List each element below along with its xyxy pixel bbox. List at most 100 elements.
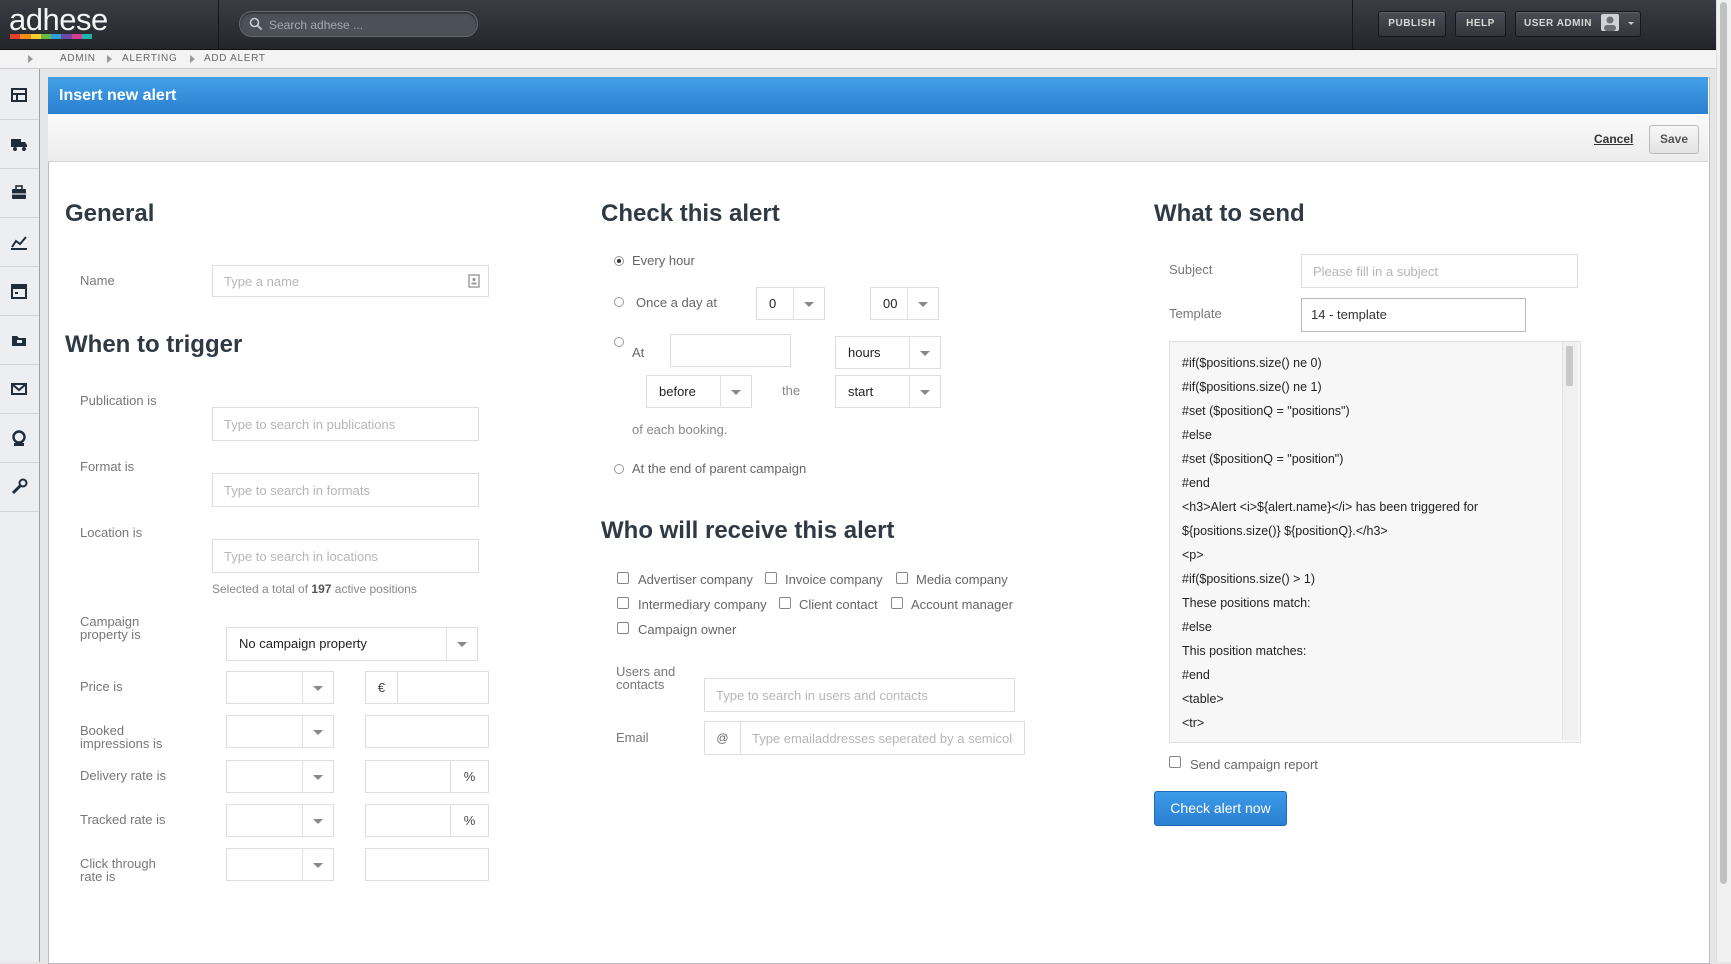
- template-line: #if($positions.size() ne 0): [1182, 356, 1322, 370]
- media-company-label[interactable]: Media company: [916, 572, 1008, 587]
- booked-value-input[interactable]: [365, 715, 489, 748]
- sidebar-item-alerting[interactable]: [0, 365, 39, 414]
- hour-select[interactable]: 0: [756, 287, 825, 320]
- campaign-owner-checkbox[interactable]: [617, 622, 629, 634]
- chevron-down-icon: [302, 716, 333, 747]
- at-radio[interactable]: [614, 337, 624, 347]
- campaign-property-select[interactable]: No campaign property: [226, 627, 478, 661]
- media-company-checkbox[interactable]: [896, 572, 908, 584]
- hour-value: 0: [769, 296, 777, 311]
- publication-label: Publication is: [80, 393, 157, 408]
- percent-addon: %: [450, 804, 489, 837]
- template-line: #end: [1182, 668, 1210, 682]
- at-label[interactable]: At: [632, 345, 644, 360]
- avatar: [1601, 14, 1619, 31]
- global-search[interactable]: [239, 11, 478, 37]
- breadcrumb-admin[interactable]: ADMIN: [60, 53, 96, 64]
- sidebar-item-settings[interactable]: [0, 463, 39, 512]
- format-search-input[interactable]: [212, 473, 479, 507]
- minute-select[interactable]: 00: [870, 287, 939, 320]
- ctr-operator-select[interactable]: [226, 848, 334, 881]
- topbar-divider: [1352, 0, 1353, 49]
- price-operator-select[interactable]: [226, 671, 334, 704]
- template-line: #end: [1182, 476, 1210, 490]
- breadcrumb-alerting[interactable]: ALERTING: [122, 53, 177, 64]
- sidebar-item-inventory[interactable]: [0, 316, 39, 365]
- page-title: Insert new alert: [59, 87, 177, 104]
- positions-count: 197: [311, 582, 332, 596]
- check-alert-now-button[interactable]: Check alert now: [1154, 791, 1287, 826]
- intermediary-company-checkbox[interactable]: [617, 597, 629, 609]
- sidebar-item-reports[interactable]: [0, 218, 39, 267]
- advertiser-company-checkbox[interactable]: [617, 572, 629, 584]
- price-value-input[interactable]: [397, 671, 489, 704]
- invoice-company-label[interactable]: Invoice company: [785, 572, 883, 587]
- logo[interactable]: adhese: [9, 2, 108, 38]
- advertiser-company-label[interactable]: Advertiser company: [638, 572, 753, 587]
- subject-label: Subject: [1169, 262, 1213, 277]
- subject-input[interactable]: [1301, 254, 1578, 288]
- template-preview[interactable]: #if($positions.size() ne 0) #if($positio…: [1169, 341, 1581, 743]
- account-manager-label[interactable]: Account manager: [911, 597, 1013, 612]
- template-select[interactable]: 14 - template: [1301, 298, 1526, 332]
- template-line: This position matches:: [1182, 644, 1307, 658]
- end-of-parent-radio[interactable]: [614, 464, 624, 474]
- sidebar-item-campaigns[interactable]: [0, 169, 39, 218]
- template-line: #else: [1182, 428, 1212, 442]
- avatar-person-icon: [1604, 16, 1616, 31]
- users-contacts-label: Users and contacts: [616, 664, 676, 692]
- relation-select[interactable]: before: [646, 375, 752, 408]
- logo-color-swatch: [71, 34, 82, 39]
- intermediary-company-label[interactable]: Intermediary company: [638, 597, 767, 612]
- user-icon: [12, 430, 26, 446]
- end-of-parent-label[interactable]: At the end of parent campaign: [632, 461, 806, 476]
- booked-operator-select[interactable]: [226, 715, 334, 748]
- user-menu-button[interactable]: USER ADMIN: [1515, 11, 1641, 37]
- cancel-link[interactable]: Cancel: [1594, 132, 1633, 146]
- booked-impressions-label: Booked impressions is: [80, 723, 163, 751]
- time-unit-select[interactable]: hours: [835, 336, 941, 369]
- email-addresses-input[interactable]: [740, 721, 1025, 755]
- help-button[interactable]: HELP: [1455, 11, 1506, 37]
- window-scrollbar-thumb[interactable]: [1720, 2, 1727, 884]
- anchor-select[interactable]: start: [835, 375, 941, 408]
- delivery-operator-select[interactable]: [226, 760, 334, 793]
- every-hour-radio[interactable]: [614, 256, 624, 266]
- sidebar-toggle-icon[interactable]: [28, 55, 33, 63]
- users-contacts-search-input[interactable]: [704, 678, 1015, 712]
- once-a-day-label[interactable]: Once a day at: [636, 295, 717, 310]
- template-scrollbar[interactable]: [1562, 342, 1578, 740]
- publish-button[interactable]: PUBLISH: [1378, 11, 1446, 37]
- sidebar-item-dashboard[interactable]: [0, 71, 39, 120]
- search-input[interactable]: [267, 15, 471, 35]
- publication-search-input[interactable]: [212, 407, 479, 441]
- ctr-value-input[interactable]: [365, 848, 489, 881]
- sidebar-item-delivery[interactable]: [0, 120, 39, 169]
- account-manager-checkbox[interactable]: [891, 597, 903, 609]
- send-campaign-report-checkbox[interactable]: [1169, 756, 1181, 768]
- once-a-day-radio[interactable]: [614, 297, 624, 307]
- chevron-down-icon: [302, 849, 333, 880]
- chevron-down-icon: [909, 376, 940, 407]
- save-button[interactable]: Save: [1649, 125, 1699, 154]
- sidebar-item-calendar[interactable]: [0, 267, 39, 316]
- campaign-owner-label[interactable]: Campaign owner: [638, 622, 736, 637]
- every-hour-label[interactable]: Every hour: [632, 253, 695, 268]
- breadcrumb-separator-icon: [107, 55, 112, 63]
- name-input[interactable]: [212, 265, 489, 297]
- delivery-rate-label: Delivery rate is: [80, 768, 166, 783]
- at-amount-input[interactable]: [670, 334, 791, 367]
- contact-card-icon: [468, 274, 480, 288]
- location-search-input[interactable]: [212, 539, 479, 573]
- invoice-company-checkbox[interactable]: [765, 572, 777, 584]
- delivery-value-input[interactable]: [365, 760, 451, 793]
- template-scrollbar-thumb[interactable]: [1566, 346, 1573, 386]
- client-contact-checkbox[interactable]: [779, 597, 791, 609]
- tracked-operator-select[interactable]: [226, 804, 334, 837]
- sidebar-item-users[interactable]: [0, 414, 39, 463]
- client-contact-label[interactable]: Client contact: [799, 597, 878, 612]
- tracked-value-input[interactable]: [365, 804, 451, 837]
- mail-icon: [11, 383, 27, 395]
- send-campaign-report-label[interactable]: Send campaign report: [1190, 757, 1318, 772]
- search-icon: [249, 17, 263, 31]
